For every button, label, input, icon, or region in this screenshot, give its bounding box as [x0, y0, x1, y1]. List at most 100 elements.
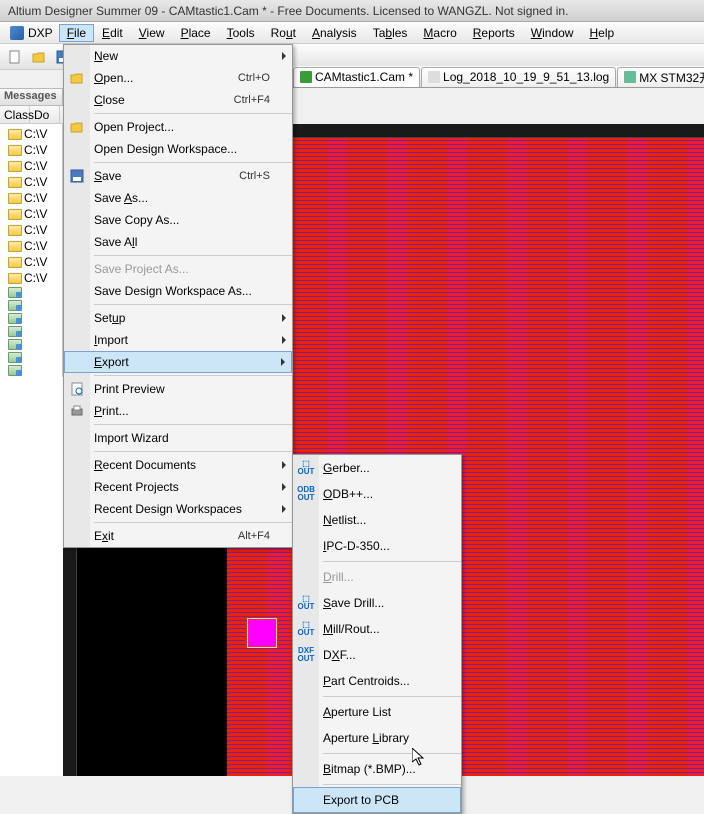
separator	[323, 753, 461, 754]
tree-item[interactable]: C:\V	[0, 158, 62, 174]
tree-item[interactable]	[0, 325, 62, 338]
dxf-out-icon: DXFOUT	[297, 647, 315, 663]
pad	[247, 618, 277, 648]
tree-item[interactable]	[0, 364, 62, 377]
tree-item[interactable]	[0, 338, 62, 351]
col-document[interactable]: Do	[30, 106, 60, 123]
tree-item[interactable]: C:\V	[0, 126, 62, 142]
menu-open[interactable]: Open...Ctrl+O	[64, 67, 292, 89]
tab-mx[interactable]: MX STM32开短路检	[617, 67, 704, 87]
menu-new[interactable]: New	[64, 45, 292, 67]
shortcut: Ctrl+F4	[234, 94, 270, 106]
folder-icon	[8, 352, 22, 363]
dxp-menu[interactable]: DXP	[4, 26, 59, 40]
menu-save[interactable]: SaveCtrl+S	[64, 165, 292, 187]
menu-recent-docs[interactable]: Recent Documents	[64, 454, 292, 476]
menu-save-as[interactable]: Save As...	[64, 187, 292, 209]
separator	[323, 561, 461, 562]
tree-item[interactable]	[0, 351, 62, 364]
menu-file[interactable]: File	[59, 24, 94, 42]
menu-setup[interactable]: Setup	[64, 307, 292, 329]
tree-item[interactable]: C:\V	[0, 238, 62, 254]
menu-exit[interactable]: ExitAlt+F4	[64, 525, 292, 547]
message-tree: C:\V C:\V C:\V C:\V C:\V C:\V C:\V C:\V …	[0, 124, 63, 377]
separator	[94, 255, 292, 256]
folder-icon	[8, 287, 22, 298]
menu-window[interactable]: Window	[523, 24, 582, 42]
menu-import-wizard[interactable]: Import Wizard	[64, 427, 292, 449]
submenu-arrow-icon	[282, 483, 286, 491]
menu-recent-workspaces[interactable]: Recent Design Workspaces	[64, 498, 292, 520]
tree-item[interactable]: C:\V	[0, 206, 62, 222]
tree-item[interactable]	[0, 299, 62, 312]
tree-item[interactable]	[0, 312, 62, 325]
tree-item[interactable]: C:\V	[0, 270, 62, 286]
col-class[interactable]: Class	[0, 106, 30, 123]
export-odb[interactable]: ODBOUTODB++...	[293, 481, 461, 507]
menu-recent-projects[interactable]: Recent Projects	[64, 476, 292, 498]
menu-tools[interactable]: Tools	[219, 24, 263, 42]
folder-icon	[8, 365, 22, 376]
folder-icon	[8, 313, 22, 324]
tb-open-icon[interactable]	[28, 47, 50, 67]
export-to-pcb[interactable]: Export to PCB	[293, 787, 461, 813]
separator	[94, 424, 292, 425]
menu-tables[interactable]: Tables	[365, 24, 416, 42]
export-centroids[interactable]: Part Centroids...	[293, 668, 461, 694]
menu-export[interactable]: Export	[64, 351, 292, 373]
folder-icon	[8, 326, 22, 337]
menu-view[interactable]: View	[131, 24, 173, 42]
submenu-arrow-icon	[282, 52, 286, 60]
folder-icon	[8, 177, 22, 188]
tab-log[interactable]: Log_2018_10_19_9_51_13.log	[421, 67, 616, 87]
menu-import[interactable]: Import	[64, 329, 292, 351]
folder-icon	[8, 161, 22, 172]
folder-icon	[8, 257, 22, 268]
separator	[323, 784, 461, 785]
tree-item[interactable]	[0, 286, 62, 299]
export-aperture-lib[interactable]: Aperture Library	[293, 725, 461, 751]
tree-item[interactable]: C:\V	[0, 222, 62, 238]
tab-camtastic[interactable]: CAMtastic1.Cam *	[293, 67, 420, 87]
menu-open-workspace[interactable]: Open Design Workspace...	[64, 138, 292, 160]
menu-open-project[interactable]: Open Project...	[64, 116, 292, 138]
open-icon	[69, 70, 85, 86]
export-ipc[interactable]: IPC-D-350...	[293, 533, 461, 559]
export-mill[interactable]: ⬚OUTMill/Rout...	[293, 616, 461, 642]
folder-icon	[8, 300, 22, 311]
menu-edit[interactable]: Edit	[94, 24, 131, 42]
menu-print-preview[interactable]: Print Preview	[64, 378, 292, 400]
tree-item[interactable]: C:\V	[0, 142, 62, 158]
odb-out-icon: ODBOUT	[297, 486, 315, 502]
tree-item[interactable]: C:\V	[0, 254, 62, 270]
export-save-drill[interactable]: ⬚OUTSave Drill...	[293, 590, 461, 616]
menu-macro[interactable]: Macro	[415, 24, 464, 42]
folder-icon	[8, 129, 22, 140]
menu-save-workspace[interactable]: Save Design Workspace As...	[64, 280, 292, 302]
menu-close[interactable]: CloseCtrl+F4	[64, 89, 292, 111]
export-netlist[interactable]: Netlist...	[293, 507, 461, 533]
menu-help[interactable]: Help	[581, 24, 622, 42]
menu-save-copy[interactable]: Save Copy As...	[64, 209, 292, 231]
dxp-label: DXP	[28, 26, 53, 40]
export-bitmap[interactable]: Bitmap (*.BMP)...	[293, 756, 461, 782]
export-dxf[interactable]: DXFOUTDXF...	[293, 642, 461, 668]
dxp-icon	[10, 26, 24, 40]
shortcut: Ctrl+S	[239, 170, 270, 182]
export-gerber[interactable]: ⬚OUTGerber...	[293, 455, 461, 481]
menu-place[interactable]: Place	[173, 24, 219, 42]
tree-item[interactable]: C:\V	[0, 190, 62, 206]
messages-header: Messages	[0, 88, 63, 106]
menu-print[interactable]: Print...	[64, 400, 292, 422]
export-aperture-list[interactable]: Aperture List	[293, 699, 461, 725]
menu-reports[interactable]: Reports	[465, 24, 523, 42]
tb-new-icon[interactable]	[4, 47, 26, 67]
menu-rout[interactable]: Rout	[263, 24, 304, 42]
submenu-arrow-icon	[282, 314, 286, 322]
submenu-arrow-icon	[282, 336, 286, 344]
folder-icon	[8, 225, 22, 236]
tree-item[interactable]: C:\V	[0, 174, 62, 190]
menu-analysis[interactable]: Analysis	[304, 24, 365, 42]
mill-out-icon: ⬚OUT	[297, 621, 315, 637]
menu-save-all[interactable]: Save All	[64, 231, 292, 253]
